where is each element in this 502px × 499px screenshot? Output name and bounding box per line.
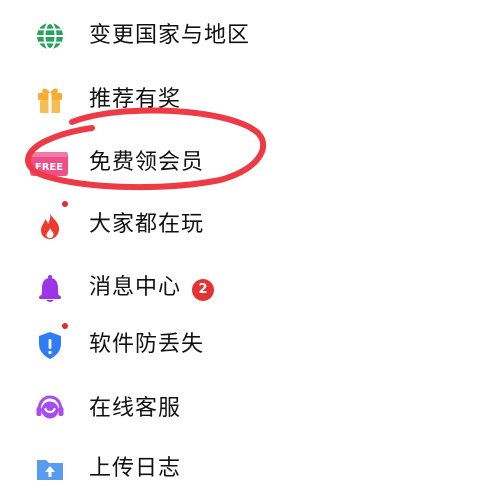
menu-item-label: 变更国家与地区 [89,23,251,48]
headset-icon [34,393,66,425]
menu-item-anti-loss[interactable]: 软件防丢失 [0,313,502,375]
unread-count-badge: 2 [192,279,214,301]
menu-item-popular-games[interactable]: 大家都在玩 [0,193,502,255]
menu-item-online-support[interactable]: 在线客服 [0,377,502,439]
menu-item-change-region[interactable]: 变更国家与地区 [0,4,502,66]
menu-item-label: 免费领会员 [89,150,205,175]
notification-dot [62,201,68,207]
flame-icon [34,209,66,241]
free-ticket-text: FREE [35,162,63,173]
menu-item-label: 上传日志 [89,456,182,481]
menu-item-referral-reward[interactable]: 推荐有奖 [0,68,502,130]
shield-icon [34,329,66,361]
menu-item-label: 推荐有奖 [89,87,182,112]
menu-item-message-center[interactable]: 消息中心 2 [0,256,502,318]
menu-item-upload-logs[interactable]: 上传日志 [0,437,502,499]
gift-icon [34,84,66,116]
upload-folder-icon [34,453,66,485]
settings-menu-list: 变更国家与地区 推荐有奖 FREE 免费领会员 大家都在玩 消息中心 2 软件防… [0,0,502,491]
menu-item-label: 大家都在玩 [89,212,205,237]
globe-icon [34,20,66,52]
menu-item-free-membership[interactable]: FREE 免费领会员 [0,131,502,193]
menu-item-label: 在线客服 [89,396,182,421]
menu-item-label: 消息中心 [89,275,182,300]
free-ticket-icon: FREE [28,147,70,179]
menu-item-label: 软件防丢失 [89,332,205,357]
notification-dot [62,323,68,329]
bell-icon [34,272,66,304]
